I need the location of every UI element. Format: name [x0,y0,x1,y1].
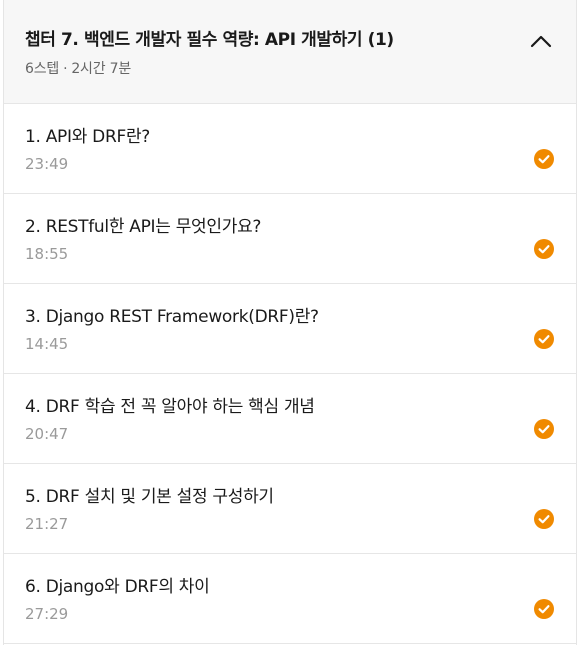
check-circle-icon [534,149,554,169]
chapter-header[interactable]: 챕터 7. 백엔드 개발자 필수 역량: API 개발하기 (1) 6스텝 · 2시… [4,0,576,104]
lesson-item[interactable]: 1. API와 DRF란? 23:49 [4,104,576,194]
lesson-item[interactable]: 3. Django REST Framework(DRF)란? 14:45 [4,284,576,374]
lesson-item[interactable]: 4. DRF 학습 전 꼭 알아야 하는 핵심 개념 20:47 [4,374,576,464]
lesson-duration: 21:27 [25,515,69,533]
lesson-title: 2. RESTful한 API는 무엇인가요? [25,217,262,237]
lesson-item[interactable]: 6. Django와 DRF의 차이 27:29 [4,554,576,644]
lesson-title: 1. API와 DRF란? [25,127,151,147]
lesson-title: 3. Django REST Framework(DRF)란? [25,307,319,327]
chapter-total-time: 2시간 7분 [71,61,132,77]
chapter-steps: 6스텝 [25,61,60,77]
check-circle-icon [534,599,554,619]
collapse-button[interactable] [528,28,554,54]
lesson-duration: 23:49 [25,155,69,173]
lesson-list: 1. API와 DRF란? 23:49 2. RESTful한 API는 무엇인… [4,104,576,644]
lesson-title: 6. Django와 DRF의 차이 [25,577,210,597]
lesson-item[interactable]: 5. DRF 설치 및 기본 설정 구성하기 21:27 [4,464,576,554]
lesson-duration: 20:47 [25,425,69,443]
lesson-duration: 18:55 [25,245,69,263]
lesson-duration: 27:29 [25,605,69,623]
lesson-title: 4. DRF 학습 전 꼭 알아야 하는 핵심 개념 [25,397,315,417]
meta-separator: · [63,61,68,77]
lesson-duration: 14:45 [25,335,69,353]
check-circle-icon [534,329,554,349]
check-circle-icon [534,239,554,259]
lesson-item[interactable]: 2. RESTful한 API는 무엇인가요? 18:55 [4,194,576,284]
chapter-title: 챕터 7. 백엔드 개발자 필수 역량: API 개발하기 (1) [25,30,394,50]
check-circle-icon [534,509,554,529]
chevron-up-icon [530,35,552,48]
chapter-panel: 챕터 7. 백엔드 개발자 필수 역량: API 개발하기 (1) 6스텝 · 2시… [3,0,577,645]
lesson-title: 5. DRF 설치 및 기본 설정 구성하기 [25,487,274,507]
check-circle-icon [534,419,554,439]
chapter-meta: 6스텝 · 2시간 7분 [25,60,576,78]
